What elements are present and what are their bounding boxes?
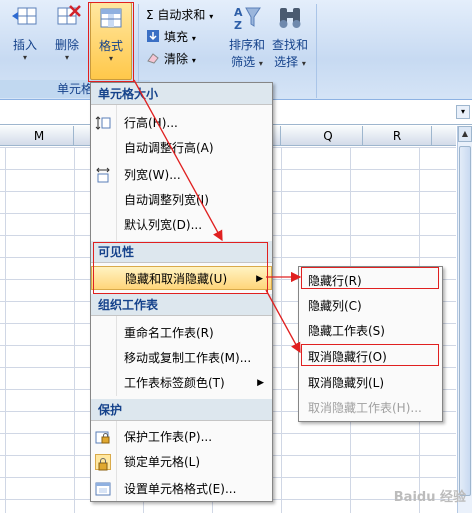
delete-button[interactable]: 删除 ▾ [48,4,86,62]
submenu-item-hide-sheet[interactable]: 隐藏工作表(S) [299,319,442,343]
sort-filter-icon: AZ [232,4,262,32]
eraser-icon [146,51,160,65]
watermark: Baidu 经验 [393,490,466,505]
find-select-button[interactable]: 查找和 选择 ▾ [270,4,310,70]
section-cell-size: 单元格大小 [91,83,272,105]
column-header-m[interactable]: M [5,126,74,146]
sort-label-line1: 排序和 [228,38,265,52]
sort-label-line2: 筛选 ▾ [231,55,263,69]
menu-item-autofit-row[interactable]: 自动调整行高(A) [91,136,272,160]
column-header-r[interactable]: R [363,126,432,146]
chevron-down-icon: ▾ [191,34,196,43]
insert-button[interactable]: 插入 ▾ [6,4,44,62]
expand-formula-bar-button[interactable]: ▾ [456,105,470,119]
fill-down-icon [146,29,160,43]
clear-label: 清除 [164,52,189,66]
menu-item-lock-cell[interactable]: 锁定单元格(L) [91,450,272,474]
insert-cells-icon [10,4,40,32]
vertical-scrollbar[interactable]: ▲ [457,126,472,513]
column-width-icon [95,167,111,183]
fill-label: 填充 [164,30,189,44]
menu-item-protect-sheet[interactable]: 保护工作表(P)... [91,425,272,449]
unhide-columns-label: 取消隐藏列(L) [308,376,385,390]
unhide-sheet-label: 取消隐藏工作表(H)... [308,401,422,415]
scrollbar-thumb[interactable] [459,146,471,496]
submenu-item-unhide-columns[interactable]: 取消隐藏列(L) [299,371,442,395]
rename-sheet-label: 重命名工作表(R) [124,326,214,340]
autosum-button[interactable]: Σ 自动求和 ▾ [146,6,213,23]
default-width-label: 默认列宽(D)... [124,218,203,232]
chevron-down-icon: ▾ [209,12,214,21]
menu-item-column-width[interactable]: 列宽(W)... [91,163,272,187]
scroll-up-icon[interactable]: ▲ [458,126,472,142]
tab-color-label: 工作表标签颜色(T) [124,376,225,390]
chevron-down-icon: ▾ [22,53,27,62]
hide-sheet-label: 隐藏工作表(S) [308,324,385,338]
svg-text:A: A [234,6,243,19]
format-cells-label: 设置单元格格式(E)... [124,482,237,496]
row-height-label: 行高(H)... [124,116,178,130]
delete-cells-icon [52,4,82,32]
submenu-item-hide-columns[interactable]: 隐藏列(C) [299,294,442,318]
insert-label: 插入 [12,38,37,52]
protect-sheet-label: 保护工作表(P)... [124,430,213,444]
move-copy-sheet-label: 移动或复制工作表(M)... [124,351,252,365]
menu-item-tab-color[interactable]: 工作表标签颜色(T) ▶ [91,371,272,395]
fill-button[interactable]: 填充 ▾ [146,28,196,45]
annotation-box-format [88,2,134,82]
submenu-arrow-icon: ▶ [257,378,264,388]
annotation-box-visibility [93,242,268,294]
hide-columns-label: 隐藏列(C) [308,299,362,313]
annotation-box-hide-rows [301,267,439,289]
protect-sheet-icon [95,429,111,445]
group-separator [316,4,317,98]
delete-label: 删除 [54,38,79,52]
menu-item-format-cells[interactable]: 设置单元格格式(E)... [91,477,272,501]
lock-cell-label: 锁定单元格(L) [124,455,201,469]
binoculars-icon [275,4,305,32]
chevron-down-icon: ▾ [191,56,196,65]
row-height-icon [95,115,111,131]
submenu-item-unhide-sheet: 取消隐藏工作表(H)... [299,396,442,420]
column-width-label: 列宽(W)... [124,168,181,182]
autosum-label: Σ 自动求和 [146,8,206,22]
menu-item-move-copy-sheet[interactable]: 移动或复制工作表(M)... [91,346,272,370]
clear-button[interactable]: 清除 ▾ [146,50,196,67]
chevron-down-icon: ▾ [64,53,69,62]
section-organize-sheets: 组织工作表 [91,294,272,316]
section-protection: 保护 [91,399,272,421]
menu-item-rename-sheet[interactable]: 重命名工作表(R) [91,321,272,345]
find-label-line1: 查找和 [271,38,308,52]
column-header-q[interactable]: Q [294,126,363,146]
sort-filter-button[interactable]: AZ 排序和 筛选 ▾ [226,4,268,70]
svg-text:Z: Z [234,19,242,32]
menu-item-default-width[interactable]: 默认列宽(D)... [91,213,272,237]
menu-item-row-height[interactable]: 行高(H)... [91,111,272,135]
annotation-box-unhide-rows [301,344,439,366]
autofit-row-label: 自动调整行高(A) [124,141,214,155]
format-cells-dialog-icon [95,481,111,497]
menu-item-autofit-column[interactable]: 自动调整列宽(I) [91,188,272,212]
autofit-column-label: 自动调整列宽(I) [124,193,209,207]
lock-icon [95,454,111,471]
find-label-line2: 选择 ▾ [274,55,306,69]
